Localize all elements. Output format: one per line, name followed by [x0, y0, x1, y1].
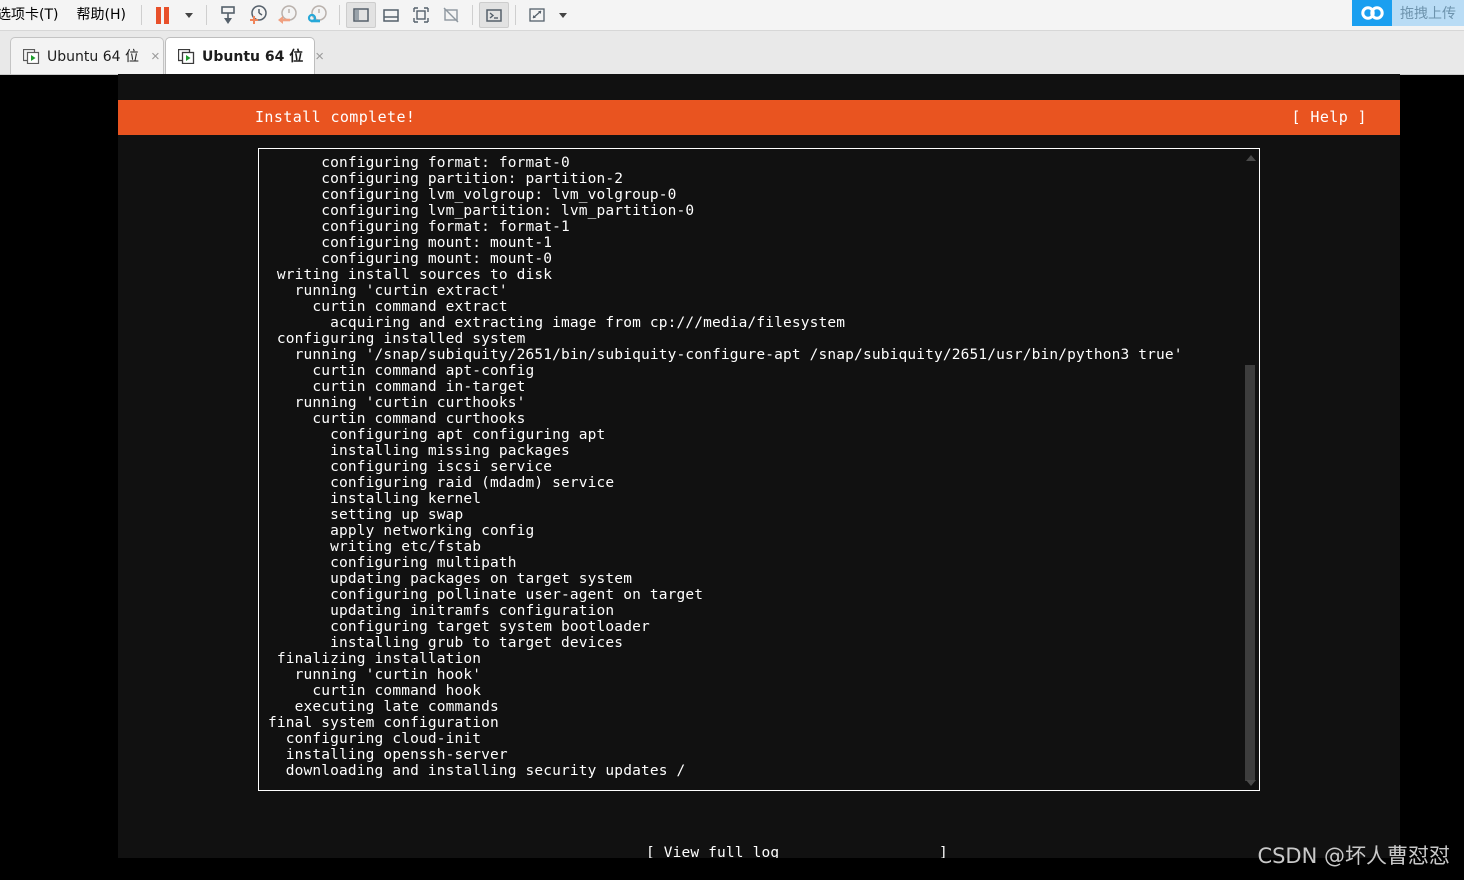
view-log-bracket-open: [: [646, 845, 664, 858]
vm-viewport[interactable]: Install complete! [ Help ] configuring f…: [118, 74, 1400, 858]
tab-strip: Ubuntu 64 位 × Ubuntu 64 位 ×: [0, 31, 1464, 75]
stretch-guest-button[interactable]: [522, 2, 552, 28]
unity-mode-button[interactable]: [436, 2, 466, 28]
enter-full-screen-button[interactable]: [406, 2, 436, 28]
screenshot-root: 选项卡(T) 帮助(H) 拖拽上传 Ubuntu 64 位 × Ubuntu 6…: [0, 0, 1464, 880]
unity-mode-icon: [443, 7, 459, 23]
installer-header: Install complete! [ Help ]: [118, 100, 1400, 135]
scroll-down-arrow-icon[interactable]: [1246, 780, 1256, 786]
snapshot-take-icon: [249, 5, 267, 24]
show-library-button[interactable]: [345, 2, 376, 28]
tab-close-icon[interactable]: ×: [151, 49, 160, 64]
chevron-down-icon-2[interactable]: [558, 12, 567, 18]
send-ctrl-alt-del-icon: [221, 6, 235, 24]
show-library-icon: [353, 8, 369, 22]
tab-label-active: Ubuntu 64 位: [202, 49, 304, 65]
console-icon: [486, 9, 502, 22]
pause-button[interactable]: [148, 2, 178, 28]
installer-actions: [ View full log ] [ Cancel update and re…: [118, 811, 1400, 858]
stretch-icon: [529, 8, 545, 22]
console-view-button[interactable]: [478, 2, 509, 28]
toolbar-separator-2: [205, 5, 207, 25]
help-button[interactable]: [ Help ]: [1292, 100, 1367, 135]
scroll-thumb[interactable]: [1245, 365, 1255, 781]
show-thumbnail-bar-button[interactable]: [376, 2, 406, 28]
take-snapshot-button[interactable]: [243, 2, 273, 28]
snapshot-manager-button[interactable]: [303, 2, 333, 28]
upload-button[interactable]: 拖拽上传: [1352, 0, 1464, 26]
tab-ubuntu-1[interactable]: Ubuntu 64 位 ×: [10, 37, 164, 74]
revert-snapshot-button[interactable]: [273, 2, 303, 28]
menu-item-help[interactable]: 帮助(H): [67, 0, 134, 30]
view-log-bracket-close: ]: [939, 845, 948, 858]
log-scrollbar[interactable]: [1243, 150, 1258, 790]
toolbar-separator-3: [338, 5, 340, 25]
install-log-text: configuring format: format-0 configuring…: [268, 155, 1183, 779]
menu-bar: 选项卡(T) 帮助(H): [0, 0, 135, 30]
pause-icon: [156, 6, 170, 24]
csdn-watermark: CSDN @坏人曹怼怼: [1257, 844, 1450, 868]
install-log-panel: configuring format: format-0 configuring…: [258, 148, 1260, 791]
vmware-toolbar: 选项卡(T) 帮助(H) 拖拽上传: [0, 0, 1464, 31]
snapshot-revert-icon: [277, 5, 297, 24]
scroll-up-arrow-icon[interactable]: [1246, 155, 1256, 161]
page-title: Install complete!: [255, 108, 416, 126]
send-ctrl-alt-del-button[interactable]: [213, 2, 243, 28]
chevron-down-icon[interactable]: [184, 12, 193, 18]
view-full-log-button[interactable]: [ View full log ]: [646, 845, 948, 858]
vm-tab-icon: [22, 48, 40, 64]
toolbar-separator-5: [514, 5, 516, 25]
menu-item-tabs[interactable]: 选项卡(T): [0, 0, 67, 30]
upload-label: 拖拽上传: [1392, 0, 1464, 26]
tab-label: Ubuntu 64 位: [47, 49, 139, 65]
upload-link-icon: [1352, 0, 1392, 26]
tab-ubuntu-2[interactable]: Ubuntu 64 位 ×: [165, 37, 324, 74]
tab-close-icon-active[interactable]: ×: [315, 49, 324, 64]
view-full-log-row: [ View full log ]: [118, 845, 1400, 858]
toolbar-separator-1: [140, 5, 142, 25]
show-thumbnail-bar-icon: [383, 9, 399, 22]
vm-tab-icon-active: [177, 48, 195, 64]
snapshot-manager-icon: [307, 5, 327, 23]
full-screen-icon: [413, 7, 429, 23]
toolbar-separator-4: [471, 5, 473, 25]
view-log-label: View full log: [663, 845, 940, 858]
